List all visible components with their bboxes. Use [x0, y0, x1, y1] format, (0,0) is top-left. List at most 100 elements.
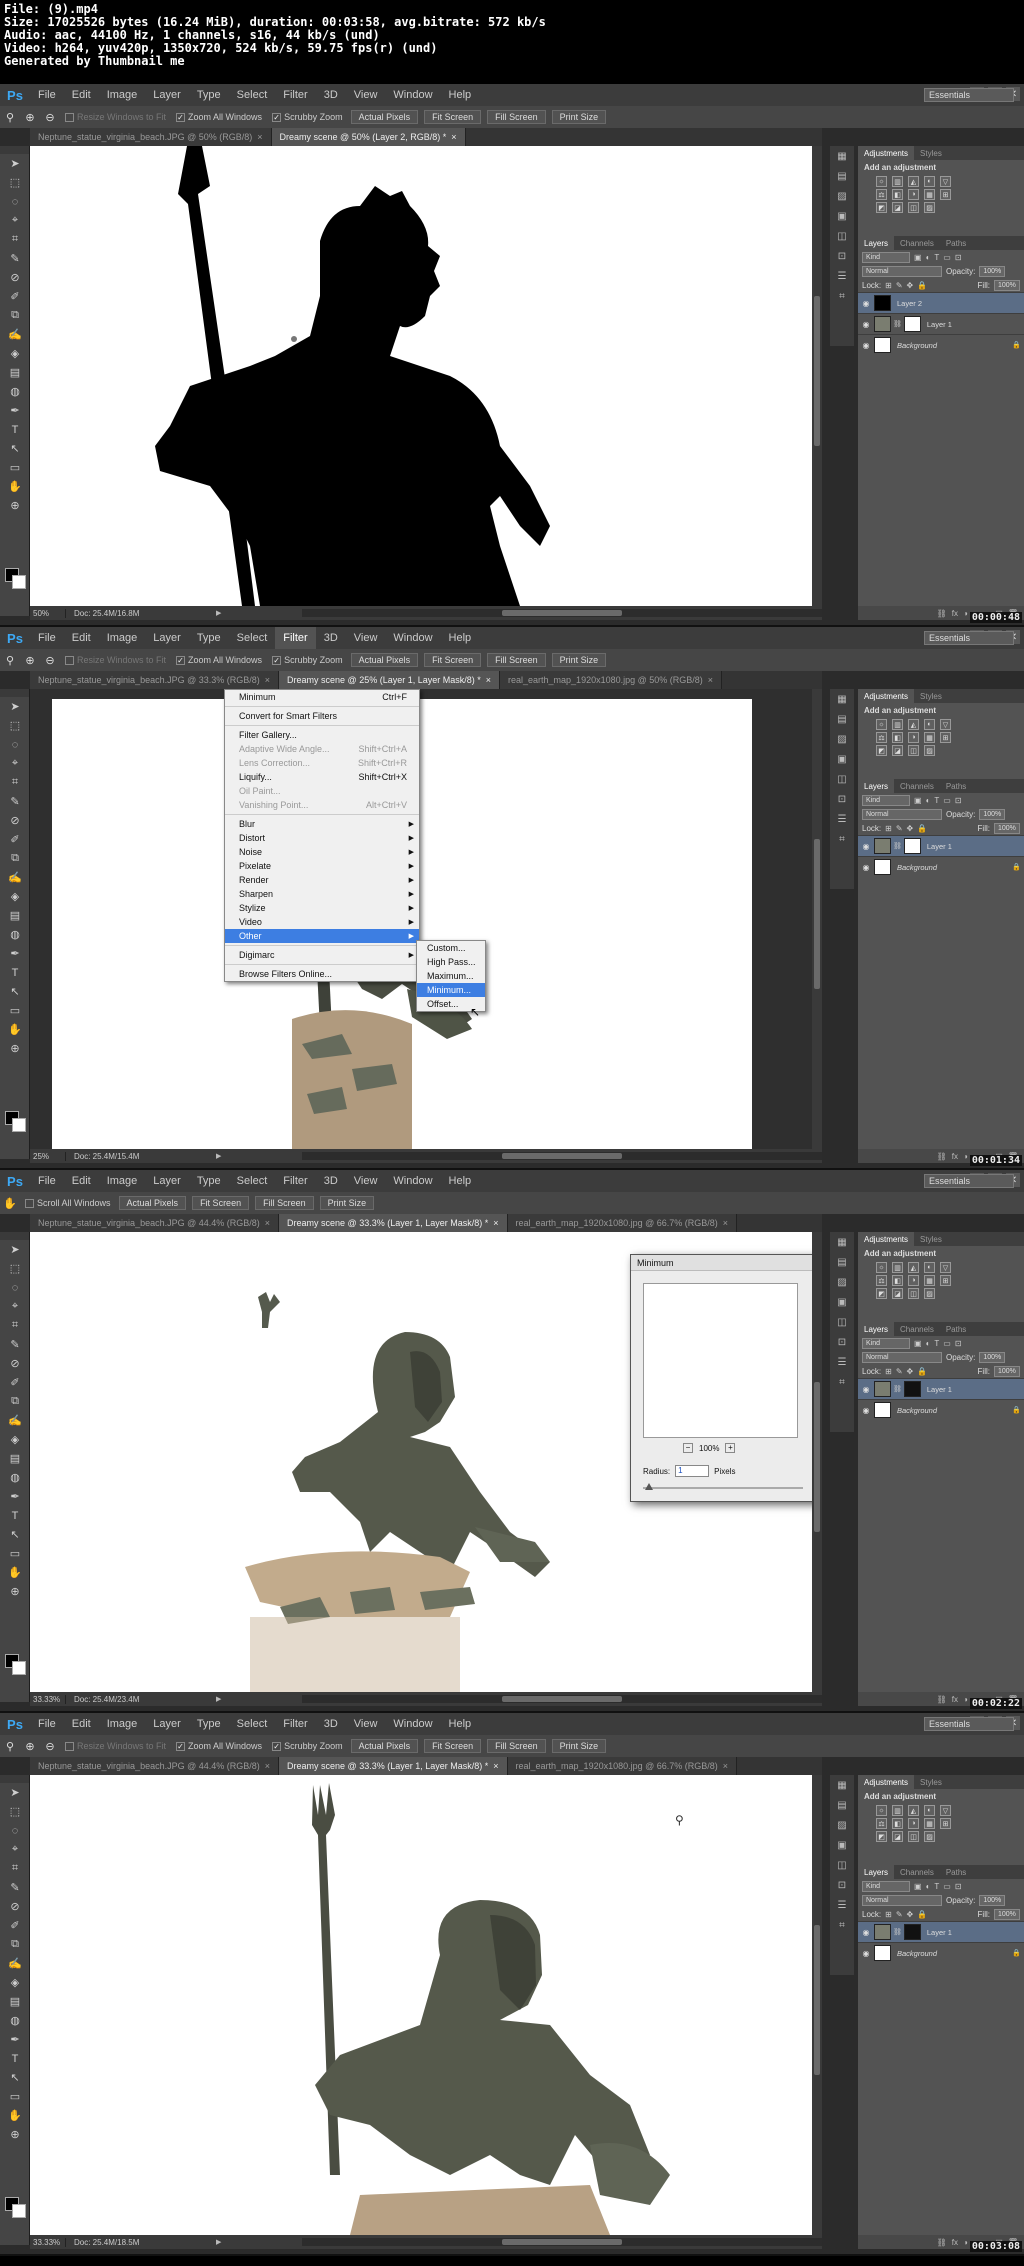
layer-row-background[interactable]: ◉ Background 🔒 — [858, 334, 1024, 355]
visibility-eye-icon[interactable]: ◉ — [858, 320, 874, 329]
adjustment-icon[interactable]: ▦ — [924, 1818, 935, 1829]
tool-icon[interactable]: ✒ — [0, 401, 30, 420]
menu-view[interactable]: View — [346, 1713, 386, 1735]
adjustment-icon[interactable]: ◩ — [876, 1288, 887, 1299]
menu-file[interactable]: File — [30, 84, 64, 106]
other-submenu-item[interactable]: Minimum... — [417, 983, 485, 997]
tool-icon[interactable]: ✐ — [0, 830, 30, 849]
tool-icon[interactable]: ⧉ — [0, 849, 30, 868]
document-canvas[interactable] — [30, 146, 812, 606]
close-icon[interactable]: × — [723, 1761, 728, 1771]
layer-row[interactable]: ◉ ⛓ Layer 1 — [858, 1921, 1024, 1942]
filter-menu-item[interactable]: Sharpen ▶ — [225, 887, 419, 901]
radius-input[interactable]: 1 — [675, 1465, 710, 1477]
menu-filter[interactable]: Filter — [275, 627, 316, 649]
panel-shortcut-icon[interactable]: ◫ — [830, 1855, 854, 1875]
tool-icon[interactable]: ◈ — [0, 344, 30, 363]
adjustment-icon[interactable]: ◫ — [908, 745, 919, 756]
layer-filter-icon[interactable]: ▭ — [943, 253, 951, 262]
tool-icon[interactable]: ➤ — [0, 154, 30, 173]
menu-filter[interactable]: Filter — [275, 84, 315, 106]
panel-shortcut-icon[interactable]: ▦ — [830, 146, 854, 166]
panel-shortcut-icon[interactable]: ▤ — [830, 709, 854, 729]
tool-icon[interactable]: ➤ — [0, 1783, 30, 1802]
layer-filter-icon[interactable]: ⊡ — [955, 796, 962, 805]
menu-window[interactable]: Window — [385, 1713, 440, 1735]
tool-icon[interactable]: ◌ — [0, 192, 30, 211]
panel-shortcut-icon[interactable]: ⌗ — [830, 286, 854, 306]
opacity-input[interactable]: 100% — [979, 1351, 1006, 1363]
link-icon[interactable]: ⛓ — [893, 320, 902, 328]
menu-type[interactable]: Type — [189, 1713, 229, 1735]
layer-filter-icon[interactable]: ◐ — [926, 1339, 931, 1348]
panel-shortcut-icon[interactable]: ▤ — [830, 1252, 854, 1272]
adjustment-icon[interactable]: ◧ — [892, 732, 903, 743]
zoom-out-icon[interactable]: ⊖ — [43, 1739, 57, 1753]
tool-icon[interactable]: ⧉ — [0, 1935, 30, 1954]
lock-option-icon[interactable]: ⊞ — [885, 1367, 892, 1376]
menu-3d[interactable]: 3D — [316, 627, 346, 649]
filter-menu-item[interactable]: Distort ▶ — [225, 831, 419, 845]
adjustment-icon[interactable]: ▦ — [924, 732, 935, 743]
adjustment-icon[interactable]: ▦ — [924, 1275, 935, 1286]
tool-icon[interactable]: ✐ — [0, 287, 30, 306]
opacity-input[interactable]: 100% — [979, 1894, 1006, 1906]
adjustment-icon[interactable]: ☼ — [876, 176, 887, 187]
kind-filter-select[interactable]: Kind — [862, 1880, 910, 1892]
layer-filter-icon[interactable]: ▣ — [914, 253, 922, 262]
tool-icon[interactable]: ✍ — [0, 1954, 30, 1973]
tool-icon[interactable]: ⌗ — [0, 773, 30, 792]
adjustment-icon[interactable]: ☼ — [876, 1262, 887, 1273]
tool-icon[interactable]: ⊕ — [0, 496, 30, 515]
adjustment-icon[interactable]: ◐ — [924, 1805, 935, 1816]
filter-menu-item[interactable]: Filter Gallery... — [225, 728, 419, 742]
vertical-scrollbar[interactable] — [812, 1775, 822, 2235]
scrollbar-thumb[interactable] — [502, 2239, 622, 2245]
panel-shortcut-icon[interactable]: ⊡ — [830, 789, 854, 809]
horizontal-scrollbar[interactable] — [302, 1152, 822, 1160]
menu-image[interactable]: Image — [99, 627, 146, 649]
lock-option-icon[interactable]: ✎ — [896, 1367, 903, 1376]
fill-input[interactable]: 100% — [994, 822, 1020, 834]
menu-view[interactable]: View — [346, 1170, 386, 1192]
tool-icon[interactable]: ▭ — [0, 1001, 30, 1020]
canvas-area[interactable] — [30, 146, 822, 606]
layer-filter-icon[interactable]: ◐ — [926, 796, 931, 805]
tool-icon[interactable]: ⬚ — [0, 1259, 30, 1278]
tool-icon[interactable]: ⊘ — [0, 1897, 30, 1916]
menu-file[interactable]: File — [30, 1713, 64, 1735]
document-tab[interactable]: Dreamy scene @ 33.3% (Layer 1, Layer Mas… — [279, 1757, 508, 1775]
radius-slider-track[interactable] — [643, 1487, 803, 1489]
blend-mode-select[interactable]: Normal — [862, 808, 942, 820]
layers-action-icon[interactable]: fx — [952, 609, 958, 618]
fit-screen-button[interactable]: Fit Screen — [192, 1196, 250, 1210]
vertical-scrollbar[interactable] — [812, 1232, 822, 1692]
panel-shortcut-icon[interactable]: ▨ — [830, 186, 854, 206]
adjustment-icon[interactable]: ◭ — [908, 1805, 919, 1816]
layers-action-icon[interactable]: ⛓ — [937, 1152, 947, 1161]
scrollbar-thumb[interactable] — [814, 839, 820, 989]
print-size-button[interactable]: Print Size — [319, 1196, 375, 1210]
menu-select[interactable]: Select — [229, 1713, 276, 1735]
adjustment-icon[interactable]: ▨ — [924, 1831, 935, 1842]
menu-image[interactable]: Image — [99, 84, 146, 106]
tool-icon[interactable]: ✎ — [0, 1878, 30, 1897]
layer-filter-icon[interactable]: ⊡ — [955, 1882, 962, 1891]
adjustment-icon[interactable]: ▥ — [892, 176, 903, 187]
layer-filter-icon[interactable]: ⊡ — [955, 1339, 962, 1348]
tool-icon[interactable]: ◈ — [0, 1430, 30, 1449]
other-submenu-item[interactable]: Custom... — [417, 941, 485, 955]
filter-menu-item[interactable]: Video ▶ — [225, 915, 419, 929]
fill-input[interactable]: 100% — [994, 1365, 1020, 1377]
tool-icon[interactable]: ⬚ — [0, 173, 30, 192]
tool-icon[interactable]: ▭ — [0, 458, 30, 477]
panel-shortcut-icon[interactable]: ▤ — [830, 1795, 854, 1815]
tab-channels[interactable]: Channels — [894, 1865, 940, 1879]
close-icon[interactable]: × — [265, 1218, 270, 1228]
layer-filter-icon[interactable]: ▣ — [914, 1339, 922, 1348]
layer-filter-icon[interactable]: T — [934, 253, 939, 262]
adjustment-icon[interactable]: ◑ — [908, 189, 919, 200]
visibility-eye-icon[interactable]: ◉ — [858, 1928, 874, 1937]
filter-menu-item[interactable]: Noise ▶ — [225, 845, 419, 859]
tab-adjustments[interactable]: Adjustments — [858, 146, 915, 160]
